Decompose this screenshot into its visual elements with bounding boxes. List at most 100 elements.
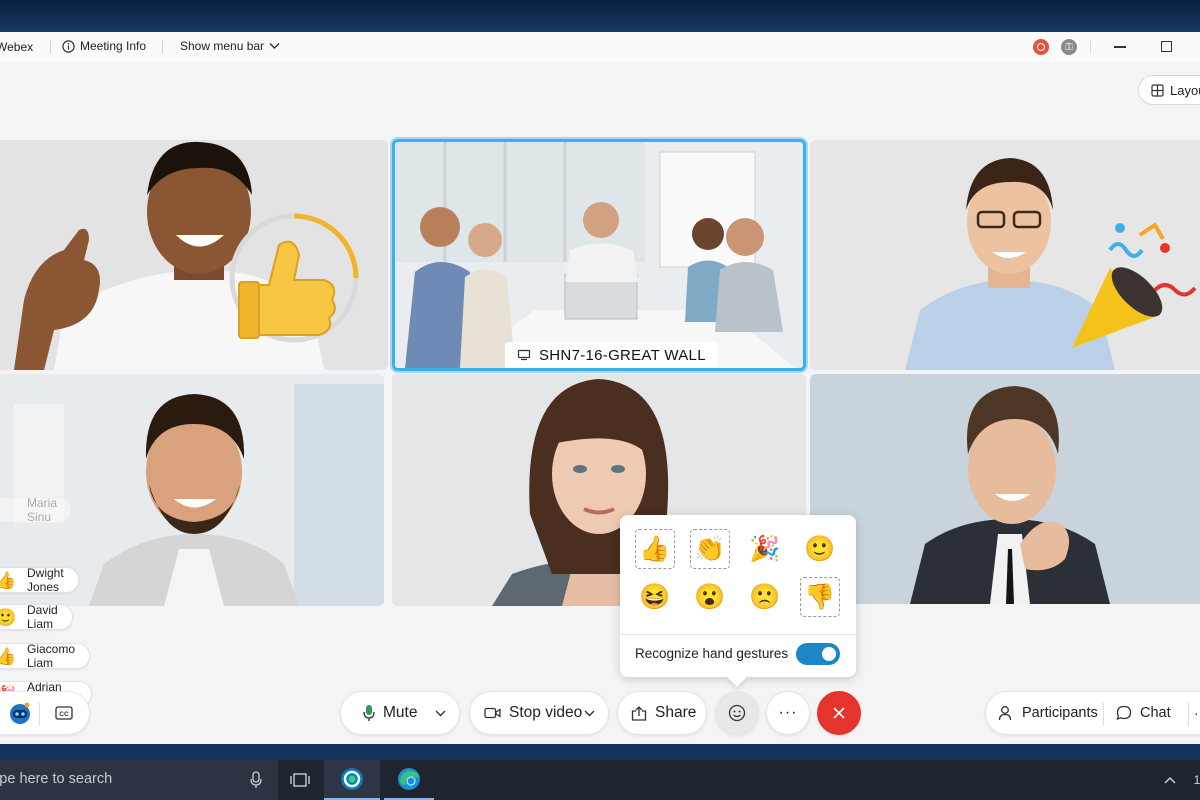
microphone-icon[interactable] — [250, 771, 262, 789]
control-divider — [39, 702, 40, 726]
video-tile-participant-3[interactable] — [810, 140, 1200, 370]
more-panels-button[interactable]: ··· — [1194, 692, 1200, 734]
right-controls-group: Participants Chat ··· — [985, 691, 1200, 735]
mute-button[interactable]: Mute — [341, 692, 417, 734]
thumbs-down-icon[interactable]: 👎 — [800, 577, 840, 617]
edge-browser-icon — [398, 768, 420, 790]
smile-icon: 🙂 — [0, 608, 17, 627]
video-options-button[interactable] — [584, 692, 600, 734]
task-view-icon — [290, 773, 310, 787]
share-control: Share — [617, 691, 707, 735]
participant-video — [810, 140, 1200, 370]
clap-icon[interactable]: 👏 — [690, 529, 730, 569]
video-tile-room[interactable]: SHN7-16-GREAT WALL — [392, 139, 806, 371]
mute-control: Mute — [340, 691, 460, 735]
end-call-button[interactable] — [817, 691, 861, 735]
taskbar-search[interactable]: Type here to search — [0, 760, 278, 800]
key-icon[interactable]: ⚿ — [1061, 39, 1077, 55]
participant-name: Maria Sinu — [27, 496, 58, 524]
smile-icon[interactable]: 🙂 — [800, 529, 840, 569]
chevron-up-icon — [1164, 777, 1176, 784]
participants-button[interactable]: Participants — [998, 692, 1098, 734]
thumbs-up-icon: 👍 — [0, 571, 17, 590]
chat-icon — [1116, 705, 1132, 721]
surprised-icon[interactable]: 😮 — [690, 577, 730, 617]
chat-button[interactable]: Chat — [1116, 692, 1171, 734]
participant-reaction-pill: Maria Sinu — [0, 496, 73, 524]
assistant-robot-icon — [10, 702, 30, 724]
assistant-button[interactable] — [3, 692, 37, 734]
gesture-label: Recognize hand gestures — [635, 646, 789, 661]
webex-window: Webex Meeting Info Show menu bar ⚿ Layo … — [0, 32, 1200, 744]
maximize-icon[interactable] — [1161, 41, 1172, 52]
grid-layout-icon — [1151, 83, 1164, 97]
video-tile-participant-1[interactable] — [0, 140, 388, 370]
participants-label: Participants — [1022, 705, 1098, 721]
layout-button[interactable]: Layout — [1138, 75, 1200, 105]
app-name: Webex — [0, 40, 34, 54]
celebrate-icon[interactable]: 🎉 — [745, 529, 785, 569]
edge-taskbar-icon[interactable] — [384, 760, 434, 800]
more-options-button[interactable]: ··· — [766, 691, 810, 735]
participant-reaction-pill: 👍 Dwight Jones — [0, 566, 79, 594]
reactions-button[interactable] — [715, 691, 759, 735]
mute-label: Mute — [383, 704, 418, 721]
webex-app-icon — [341, 768, 363, 790]
more-icon: ··· — [778, 704, 798, 721]
participant-video — [810, 374, 1200, 604]
share-button[interactable]: Share — [618, 692, 696, 734]
participant-video — [0, 140, 388, 370]
participant-reaction-pill: 👍 Giacomo Liam — [0, 642, 91, 670]
minimize-icon[interactable] — [1114, 46, 1126, 48]
chevron-down-icon — [435, 710, 446, 716]
chevron-down-icon — [584, 710, 595, 716]
participants-icon — [998, 706, 1012, 721]
meeting-info-button[interactable]: Meeting Info — [62, 39, 146, 53]
left-controls-group: CC — [0, 691, 90, 735]
title-divider — [50, 40, 51, 54]
recording-indicator-icon[interactable] — [1033, 39, 1049, 55]
microphone-icon — [363, 705, 375, 721]
room-video — [395, 142, 803, 368]
stop-video-button[interactable]: Stop video — [470, 692, 582, 734]
chevron-down-icon — [269, 43, 280, 49]
desktop-background — [0, 0, 1200, 32]
taskbar-clock[interactable]: 1 — [1190, 760, 1200, 800]
search-input[interactable]: Type here to search — [0, 771, 112, 787]
room-device-icon — [517, 349, 531, 361]
sad-icon[interactable]: 🙁 — [745, 577, 785, 617]
show-menu-bar-button[interactable]: Show menu bar — [180, 39, 280, 53]
share-label: Share — [655, 704, 697, 721]
close-icon — [833, 707, 845, 719]
svg-text:CC: CC — [59, 711, 69, 718]
smiley-icon — [728, 704, 746, 722]
webex-taskbar-icon[interactable] — [324, 760, 380, 800]
mute-options-button[interactable] — [435, 692, 451, 734]
thumbs-up-icon[interactable]: 👍 — [635, 529, 675, 569]
laugh-icon[interactable]: 😆 — [635, 577, 675, 617]
room-name: SHN7-16-GREAT WALL — [539, 346, 706, 364]
control-divider — [1188, 702, 1189, 726]
chat-label: Chat — [1140, 705, 1171, 721]
room-name-label: SHN7-16-GREAT WALL — [505, 342, 718, 368]
video-camera-icon — [484, 707, 501, 719]
system-tray-expand[interactable] — [1158, 760, 1182, 800]
meeting-info-label: Meeting Info — [80, 39, 147, 53]
panel-divider — [620, 634, 856, 635]
title-divider — [162, 40, 163, 54]
task-view-button[interactable] — [280, 760, 320, 800]
more-icon: ··· — [1194, 705, 1200, 721]
control-divider — [1103, 702, 1104, 726]
reactions-panel: 👍 👏 🎉 🙂 😆 😮 🙁 👎 Recognize hand gestures — [620, 515, 856, 677]
stop-video-label: Stop video — [509, 704, 583, 721]
windows-taskbar: Type here to search 1 — [0, 760, 1200, 800]
info-icon — [62, 39, 75, 53]
video-tile-participant-6[interactable] — [810, 374, 1200, 604]
video-control: Stop video — [469, 691, 609, 735]
closed-captions-button[interactable]: CC — [51, 692, 77, 734]
participant-name: Giacomo Liam — [27, 642, 76, 670]
hand-gesture-toggle[interactable] — [796, 643, 840, 665]
thumbs-up-icon: 👍 — [0, 647, 17, 666]
layout-label: Layout — [1170, 82, 1200, 98]
show-menu-bar-label: Show menu bar — [180, 39, 265, 53]
